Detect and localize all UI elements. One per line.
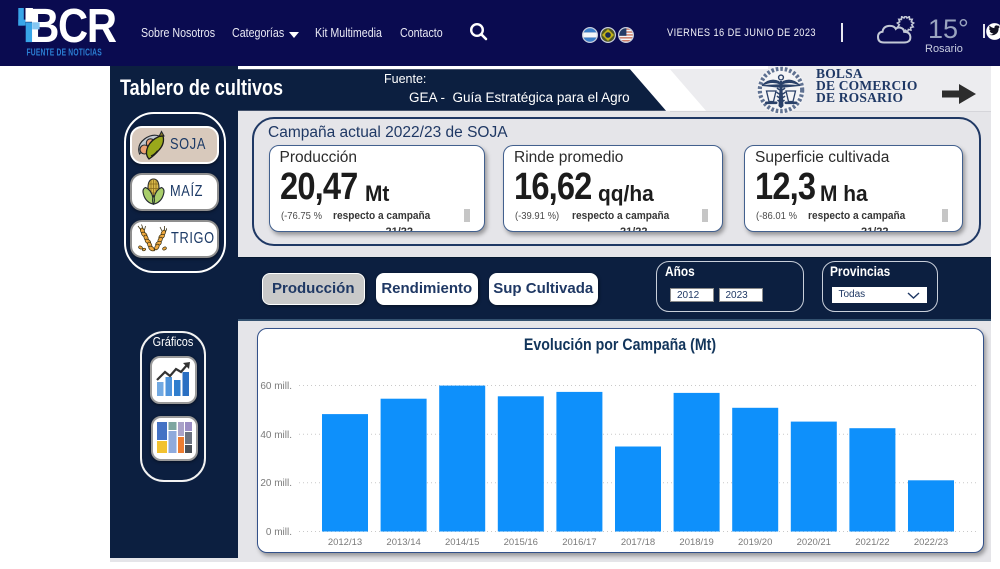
svg-text:2013/14: 2013/14 [386, 537, 420, 548]
svg-text:2015/16: 2015/16 [504, 537, 538, 548]
svg-text:60 mill.: 60 mill. [260, 381, 292, 392]
svg-text:2021/22: 2021/22 [855, 537, 889, 548]
svg-text:Evolución por Campaña (Mt): Evolución por Campaña (Mt) [524, 336, 716, 354]
svg-text:0 mill.: 0 mill. [266, 527, 292, 538]
svg-text:2019/20: 2019/20 [738, 537, 772, 548]
svg-text:2020/21: 2020/21 [797, 537, 831, 548]
svg-text:2017/18: 2017/18 [621, 537, 655, 548]
svg-text:2014/15: 2014/15 [445, 537, 479, 548]
svg-text:2012/13: 2012/13 [328, 537, 362, 548]
svg-text:20 mill.: 20 mill. [260, 478, 292, 489]
svg-text:2022/23: 2022/23 [914, 537, 948, 548]
svg-text:FUENTE DE NOTICIAS: FUENTE DE NOTICIAS [27, 46, 102, 58]
svg-text:2018/19: 2018/19 [679, 537, 713, 548]
svg-text:2016/17: 2016/17 [562, 537, 596, 548]
svg-text:40 mill.: 40 mill. [260, 430, 292, 441]
